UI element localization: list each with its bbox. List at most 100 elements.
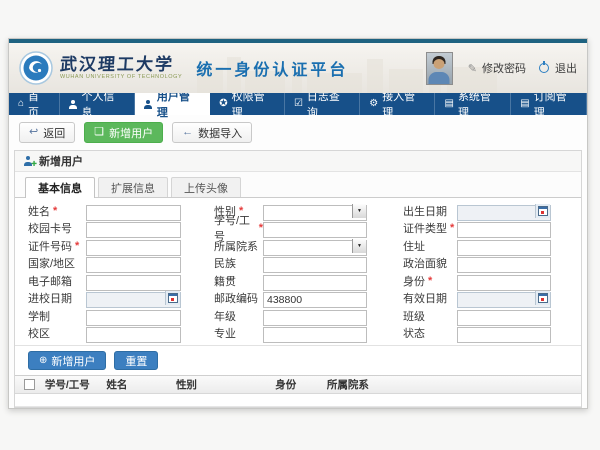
campus-input[interactable] — [86, 327, 181, 343]
nav-item-user-management[interactable]: 用户管理 — [135, 93, 210, 115]
nav-item-profile[interactable]: 个人信息 — [60, 93, 135, 115]
calendar-icon[interactable] — [535, 291, 550, 305]
birth-date-field — [457, 203, 551, 219]
enroll-date-field — [86, 290, 181, 306]
platform-title: 统一身份认证平台 — [196, 56, 348, 80]
major-label: 专业 — [214, 325, 263, 341]
identity-label: 身份* — [403, 273, 457, 289]
content-area: ↩ 返回 ❏ 新增用户 ← 数据导入 ✚ 新增用户 基本信息扩展信息上传头像 — [9, 115, 587, 408]
logout-link[interactable]: 退出 — [555, 60, 577, 76]
id-number-input[interactable] — [86, 240, 181, 256]
id-type-input[interactable] — [457, 222, 551, 238]
valid-date-field — [457, 290, 551, 306]
campus-card-no-input[interactable] — [86, 222, 181, 238]
form-row: 国家/地区民族政治面貌 — [15, 255, 581, 273]
dropdown-arrow-icon[interactable]: ▼ — [352, 239, 366, 253]
gender-field: ▼ — [263, 203, 367, 219]
users-icon — [144, 100, 153, 109]
user-avatar[interactable] — [426, 52, 453, 85]
plus-circle-icon: ⊕ — [39, 356, 47, 366]
name-field — [86, 203, 181, 219]
country-region-label: 国家/地区 — [28, 255, 86, 271]
id-number-field — [86, 238, 181, 254]
tab-basic-info[interactable]: 基本信息 — [25, 177, 95, 198]
nav-item-home[interactable]: ⌂首页 — [9, 93, 60, 115]
nav-item-access-management[interactable]: ⚙接入管理 — [360, 93, 435, 115]
form-row: 校区专业状态 — [15, 325, 581, 343]
school-system-label: 学制 — [28, 308, 86, 324]
enroll-date-label: 进校日期 — [28, 290, 86, 306]
column-header-gender: 性别 — [172, 377, 271, 392]
identity-input[interactable] — [457, 275, 551, 291]
campus-label: 校区 — [28, 325, 86, 341]
form-actions: ⊕ 新增用户 重置 — [15, 345, 581, 375]
select-all-checkbox[interactable] — [24, 379, 35, 390]
country-region-input[interactable] — [86, 257, 181, 273]
add-user-toolbar-button[interactable]: ❏ 新增用户 — [84, 122, 163, 143]
ethnicity-label: 民族 — [214, 255, 263, 271]
major-input[interactable] — [263, 327, 367, 343]
ethnicity-field — [263, 255, 367, 271]
required-asterisk: * — [450, 222, 454, 234]
dropdown-arrow-icon[interactable]: ▼ — [352, 204, 366, 218]
major-field — [263, 325, 367, 341]
ethnicity-input[interactable] — [263, 257, 367, 273]
form-row: 证件号码*所属院系▼住址 — [15, 237, 581, 255]
folder-icon: ▤ — [444, 99, 453, 109]
address-input[interactable] — [457, 240, 551, 256]
nav-item-log-query[interactable]: ☑日志查询 — [285, 93, 360, 115]
power-icon — [539, 63, 549, 73]
tab-extended-info[interactable]: 扩展信息 — [98, 177, 168, 197]
university-name-block: 武汉理工大学 WUHAN UNIVERSITY OF TECHNOLOGY — [60, 56, 182, 81]
user-form: 姓名*性别*▼出生日期校园卡号学号/工号*证件类型*证件号码*所属院系▼住址国家… — [15, 198, 581, 345]
class-input[interactable] — [457, 310, 551, 326]
email-input[interactable] — [86, 275, 181, 291]
nav-item-subscription-management[interactable]: ▤订阅管理 — [511, 93, 587, 115]
data-import-button[interactable]: ← 数据导入 — [172, 122, 252, 143]
column-header-identity: 身份 — [271, 377, 323, 392]
reset-button[interactable]: 重置 — [114, 351, 158, 370]
import-arrow-icon: ← — [182, 127, 193, 138]
form-row: 进校日期 邮政编码 有效日期 — [15, 290, 581, 308]
nav-item-permission-management[interactable]: ✪权限管理 — [210, 93, 285, 115]
birth-date-label: 出生日期 — [403, 203, 457, 219]
native-place-label: 籍贯 — [214, 273, 263, 289]
class-label: 班级 — [403, 308, 457, 324]
student-worker-id-field — [263, 220, 367, 236]
grade-input[interactable] — [263, 310, 367, 326]
native-place-input[interactable] — [263, 275, 367, 291]
postal-code-input[interactable] — [263, 292, 367, 308]
calendar-icon[interactable] — [535, 204, 550, 218]
university-name-en: WUHAN UNIVERSITY OF TECHNOLOGY — [60, 75, 182, 81]
email-label: 电子邮箱 — [28, 273, 86, 289]
calendar-icon[interactable] — [165, 291, 180, 305]
native-place-field — [263, 273, 367, 289]
student-worker-id-input[interactable] — [263, 222, 367, 238]
header-user-area: ✎ 修改密码 退出 — [426, 43, 577, 93]
name-input[interactable] — [86, 205, 181, 221]
back-arrow-icon: ↩ — [29, 127, 38, 138]
grade-field — [263, 308, 367, 324]
submit-add-user-button[interactable]: ⊕ 新增用户 — [28, 351, 106, 370]
add-user-person-icon: ✚ — [23, 156, 33, 166]
user-icon — [69, 100, 78, 109]
grade-label: 年级 — [214, 308, 263, 324]
department-field: ▼ — [263, 238, 367, 254]
column-header-department: 所属院系 — [323, 377, 577, 392]
back-button[interactable]: ↩ 返回 — [19, 122, 75, 143]
status-input[interactable] — [457, 327, 551, 343]
postal-code-label: 邮政编码 — [214, 290, 263, 306]
panel-header: ✚ 新增用户 — [15, 151, 581, 172]
school-system-input[interactable] — [86, 310, 181, 326]
political-status-input[interactable] — [457, 257, 551, 273]
column-header-name: 姓名 — [102, 377, 172, 392]
address-label: 住址 — [403, 238, 457, 254]
address-field — [457, 238, 551, 254]
tab-upload-avatar[interactable]: 上传头像 — [171, 177, 241, 197]
postal-code-field — [263, 290, 367, 306]
valid-date-label: 有效日期 — [403, 290, 457, 306]
data-import-label: 数据导入 — [198, 125, 242, 141]
change-password-link[interactable]: 修改密码 — [482, 60, 526, 76]
form-row: 学制 年级 班级 — [15, 307, 581, 325]
nav-item-system-management[interactable]: ▤系统管理 — [435, 93, 511, 115]
